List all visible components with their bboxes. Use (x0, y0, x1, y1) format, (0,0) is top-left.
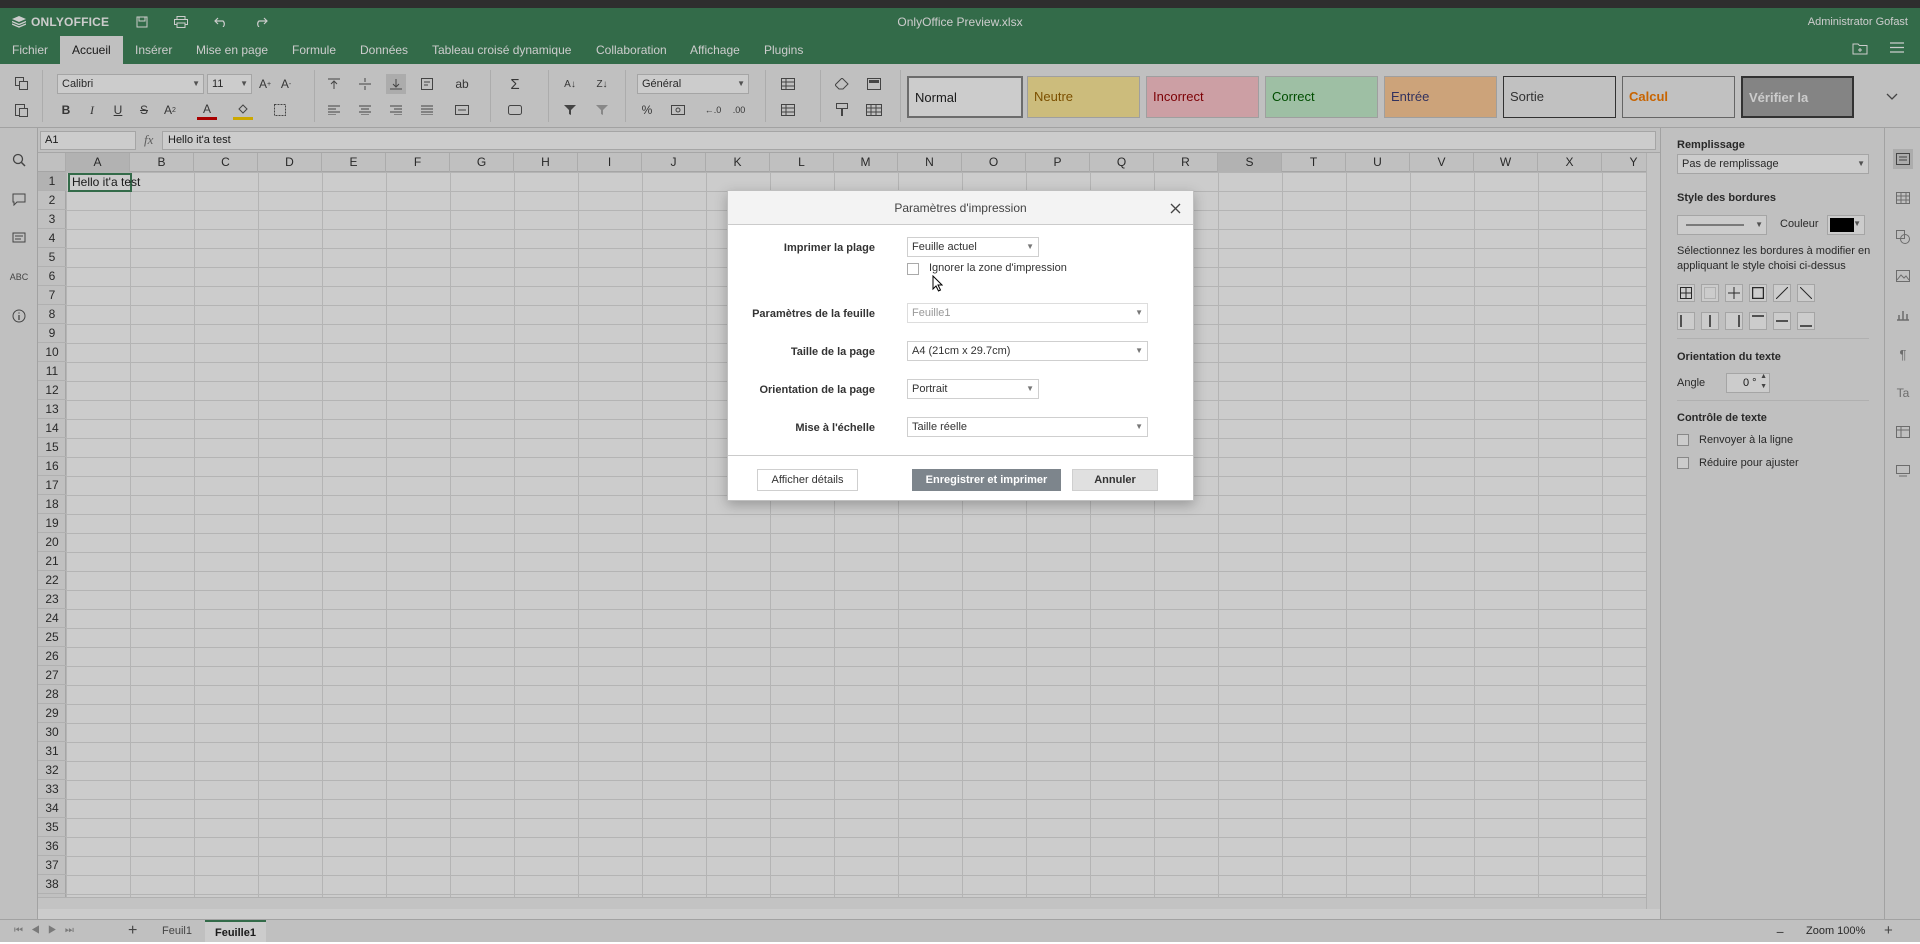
page-size-value: A4 (21cm x 29.7cm) (912, 345, 1011, 357)
page-size-label: Taille de la page (790, 346, 875, 358)
chevron-down-icon: ▼ (1135, 346, 1143, 355)
page-orientation-label: Orientation de la page (759, 384, 875, 396)
scaling-value: Taille réelle (912, 421, 968, 433)
page-size-select[interactable]: A4 (21cm x 29.7cm) ▼ (907, 341, 1148, 361)
ignore-print-area-checkbox[interactable] (907, 263, 919, 275)
sheet-settings-select[interactable]: Feuille1 ▼ (907, 303, 1148, 323)
sheet-settings-value: Feuille1 (912, 307, 951, 319)
chevron-down-icon: ▼ (1026, 242, 1034, 251)
chevron-down-icon: ▼ (1135, 422, 1143, 431)
show-details-button[interactable]: Afficher détails (757, 469, 858, 491)
chevron-down-icon: ▼ (1026, 384, 1034, 393)
save-and-print-button[interactable]: Enregistrer et imprimer (912, 469, 1061, 491)
ignore-print-area-label: Ignorer la zone d'impression (929, 262, 1067, 274)
page-orientation-value: Portrait (912, 383, 948, 395)
dialog-title: Paramètres d'impression (728, 191, 1193, 225)
print-range-select[interactable]: Feuille actuel ▼ (907, 237, 1039, 257)
scaling-label: Mise à l'échelle (795, 422, 875, 434)
mouse-cursor-icon (932, 275, 943, 292)
print-range-value: Feuille actuel (912, 241, 977, 253)
scaling-select[interactable]: Taille réelle ▼ (907, 417, 1148, 437)
dialog-footer (728, 455, 1193, 456)
cancel-button[interactable]: Annuler (1072, 469, 1158, 491)
sheet-settings-label: Paramètres de la feuille (752, 308, 875, 320)
print-settings-dialog: Paramètres d'impression Imprimer la plag… (727, 190, 1194, 501)
close-icon[interactable] (1167, 200, 1183, 216)
chevron-down-icon: ▼ (1135, 308, 1143, 317)
print-range-label: Imprimer la plage (783, 242, 875, 254)
page-orientation-select[interactable]: Portrait ▼ (907, 379, 1039, 399)
